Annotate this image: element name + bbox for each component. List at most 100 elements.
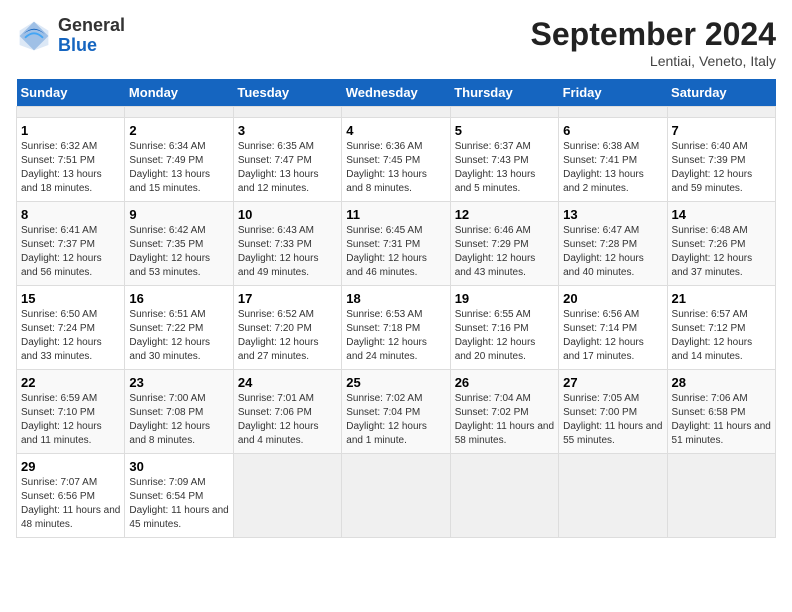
calendar-week-2: 8 Sunrise: 6:41 AMSunset: 7:37 PMDaylight…	[17, 202, 776, 286]
day-info: Sunrise: 6:53 AMSunset: 7:18 PMDaylight:…	[346, 308, 445, 364]
day-info: Sunrise: 7:09 AMSunset: 6:54 PMDaylight:…	[129, 476, 228, 532]
day-number: 4	[346, 123, 445, 138]
location-subtitle: Lentiai, Veneto, Italy	[531, 53, 776, 69]
calendar-cell	[450, 454, 558, 538]
calendar-cell: 30 Sunrise: 7:09 AMSunset: 6:54 PMDayligh…	[125, 454, 233, 538]
day-number: 16	[129, 291, 228, 306]
calendar-cell: 4Sunrise: 6:36 AMSunset: 7:45 PMDaylight…	[342, 118, 450, 202]
calendar-week-5: 29 Sunrise: 7:07 AMSunset: 6:56 PMDayligh…	[17, 454, 776, 538]
logo-icon	[16, 18, 52, 54]
calendar-week-3: 15 Sunrise: 6:50 AMSunset: 7:24 PMDayligh…	[17, 286, 776, 370]
day-number: 6	[563, 123, 662, 138]
calendar-cell: 10Sunrise: 6:43 AMSunset: 7:33 PMDayligh…	[233, 202, 341, 286]
day-number: 12	[455, 207, 554, 222]
calendar-cell	[342, 454, 450, 538]
calendar-cell: 15 Sunrise: 6:50 AMSunset: 7:24 PMDayligh…	[17, 286, 125, 370]
calendar-cell: 16 Sunrise: 6:51 AMSunset: 7:22 PMDayligh…	[125, 286, 233, 370]
month-title: September 2024	[531, 16, 776, 53]
day-info: Sunrise: 6:41 AMSunset: 7:37 PMDaylight:…	[21, 224, 120, 280]
day-info: Sunrise: 7:02 AMSunset: 7:04 PMDaylight:…	[346, 392, 445, 448]
day-info: Sunrise: 7:05 AMSunset: 7:00 PMDaylight:…	[563, 392, 662, 448]
weekday-header-saturday: Saturday	[667, 79, 775, 107]
day-number: 11	[346, 207, 445, 222]
day-number: 25	[346, 375, 445, 390]
calendar-cell: 21Sunrise: 6:57 AMSunset: 7:12 PMDayligh…	[667, 286, 775, 370]
day-number: 29	[21, 459, 120, 474]
calendar-cell: 12 Sunrise: 6:46 AMSunset: 7:29 PMDayligh…	[450, 202, 558, 286]
calendar-cell: 23 Sunrise: 7:00 AMSunset: 7:08 PMDayligh…	[125, 370, 233, 454]
day-number: 28	[672, 375, 771, 390]
day-info: Sunrise: 7:07 AMSunset: 6:56 PMDaylight:…	[21, 476, 120, 532]
day-info: Sunrise: 7:06 AMSunset: 6:58 PMDaylight:…	[672, 392, 771, 448]
logo-text: General Blue	[58, 16, 125, 56]
calendar-cell	[342, 107, 450, 118]
day-info: Sunrise: 6:45 AMSunset: 7:31 PMDaylight:…	[346, 224, 445, 280]
day-number: 9	[129, 207, 228, 222]
day-info: Sunrise: 6:51 AMSunset: 7:22 PMDaylight:…	[129, 308, 228, 364]
calendar-cell: 19 Sunrise: 6:55 AMSunset: 7:16 PMDayligh…	[450, 286, 558, 370]
day-info: Sunrise: 6:55 AMSunset: 7:16 PMDaylight:…	[455, 308, 554, 364]
calendar-cell: 27Sunrise: 7:05 AMSunset: 7:00 PMDayligh…	[559, 370, 667, 454]
calendar-cell: 11 Sunrise: 6:45 AMSunset: 7:31 PMDayligh…	[342, 202, 450, 286]
calendar-cell: 17Sunrise: 6:52 AMSunset: 7:20 PMDayligh…	[233, 286, 341, 370]
calendar-cell	[667, 107, 775, 118]
calendar-cell: 8 Sunrise: 6:41 AMSunset: 7:37 PMDaylight…	[17, 202, 125, 286]
calendar-cell	[559, 107, 667, 118]
day-info: Sunrise: 6:46 AMSunset: 7:29 PMDaylight:…	[455, 224, 554, 280]
calendar-cell: 20Sunrise: 6:56 AMSunset: 7:14 PMDayligh…	[559, 286, 667, 370]
calendar-cell: 7Sunrise: 6:40 AMSunset: 7:39 PMDaylight…	[667, 118, 775, 202]
day-info: Sunrise: 6:38 AMSunset: 7:41 PMDaylight:…	[563, 140, 662, 196]
day-number: 1	[21, 123, 120, 138]
title-block: September 2024 Lentiai, Veneto, Italy	[531, 16, 776, 69]
day-number: 15	[21, 291, 120, 306]
calendar-cell: 22 Sunrise: 6:59 AMSunset: 7:10 PMDayligh…	[17, 370, 125, 454]
page-header: General Blue September 2024 Lentiai, Ven…	[16, 16, 776, 69]
calendar-cell	[233, 454, 341, 538]
day-number: 13	[563, 207, 662, 222]
day-info: Sunrise: 6:50 AMSunset: 7:24 PMDaylight:…	[21, 308, 120, 364]
weekday-header-thursday: Thursday	[450, 79, 558, 107]
day-number: 8	[21, 207, 120, 222]
calendar-cell: 5Sunrise: 6:37 AMSunset: 7:43 PMDaylight…	[450, 118, 558, 202]
calendar-cell: 28 Sunrise: 7:06 AMSunset: 6:58 PMDayligh…	[667, 370, 775, 454]
day-number: 14	[672, 207, 771, 222]
calendar-cell: 14 Sunrise: 6:48 AMSunset: 7:26 PMDayligh…	[667, 202, 775, 286]
day-number: 30	[129, 459, 228, 474]
day-info: Sunrise: 6:35 AMSunset: 7:47 PMDaylight:…	[238, 140, 337, 196]
logo: General Blue	[16, 16, 125, 56]
day-info: Sunrise: 6:57 AMSunset: 7:12 PMDaylight:…	[672, 308, 771, 364]
day-number: 19	[455, 291, 554, 306]
day-info: Sunrise: 7:00 AMSunset: 7:08 PMDaylight:…	[129, 392, 228, 448]
day-number: 26	[455, 375, 554, 390]
calendar-cell: 13Sunrise: 6:47 AMSunset: 7:28 PMDayligh…	[559, 202, 667, 286]
weekday-header-friday: Friday	[559, 79, 667, 107]
calendar-cell	[125, 107, 233, 118]
day-info: Sunrise: 6:37 AMSunset: 7:43 PMDaylight:…	[455, 140, 554, 196]
day-number: 20	[563, 291, 662, 306]
day-number: 23	[129, 375, 228, 390]
calendar-cell	[450, 107, 558, 118]
calendar-cell	[667, 454, 775, 538]
calendar-cell	[559, 454, 667, 538]
calendar-cell: 24Sunrise: 7:01 AMSunset: 7:06 PMDayligh…	[233, 370, 341, 454]
day-info: Sunrise: 6:59 AMSunset: 7:10 PMDaylight:…	[21, 392, 120, 448]
calendar-cell: 18Sunrise: 6:53 AMSunset: 7:18 PMDayligh…	[342, 286, 450, 370]
day-info: Sunrise: 6:32 AMSunset: 7:51 PMDaylight:…	[21, 140, 120, 196]
day-info: Sunrise: 6:48 AMSunset: 7:26 PMDaylight:…	[672, 224, 771, 280]
day-info: Sunrise: 7:04 AMSunset: 7:02 PMDaylight:…	[455, 392, 554, 448]
day-info: Sunrise: 6:43 AMSunset: 7:33 PMDaylight:…	[238, 224, 337, 280]
day-number: 7	[672, 123, 771, 138]
weekday-header-row: SundayMondayTuesdayWednesdayThursdayFrid…	[17, 79, 776, 107]
day-info: Sunrise: 6:34 AMSunset: 7:49 PMDaylight:…	[129, 140, 228, 196]
calendar-cell: 1 Sunrise: 6:32 AMSunset: 7:51 PMDaylight…	[17, 118, 125, 202]
calendar-cell: 3 Sunrise: 6:35 AMSunset: 7:47 PMDaylight…	[233, 118, 341, 202]
day-number: 22	[21, 375, 120, 390]
day-info: Sunrise: 7:01 AMSunset: 7:06 PMDaylight:…	[238, 392, 337, 448]
calendar-cell: 6 Sunrise: 6:38 AMSunset: 7:41 PMDaylight…	[559, 118, 667, 202]
calendar-week-1: 1 Sunrise: 6:32 AMSunset: 7:51 PMDaylight…	[17, 118, 776, 202]
day-number: 3	[238, 123, 337, 138]
weekday-header-wednesday: Wednesday	[342, 79, 450, 107]
calendar-cell: 9Sunrise: 6:42 AMSunset: 7:35 PMDaylight…	[125, 202, 233, 286]
day-number: 17	[238, 291, 337, 306]
day-number: 2	[129, 123, 228, 138]
